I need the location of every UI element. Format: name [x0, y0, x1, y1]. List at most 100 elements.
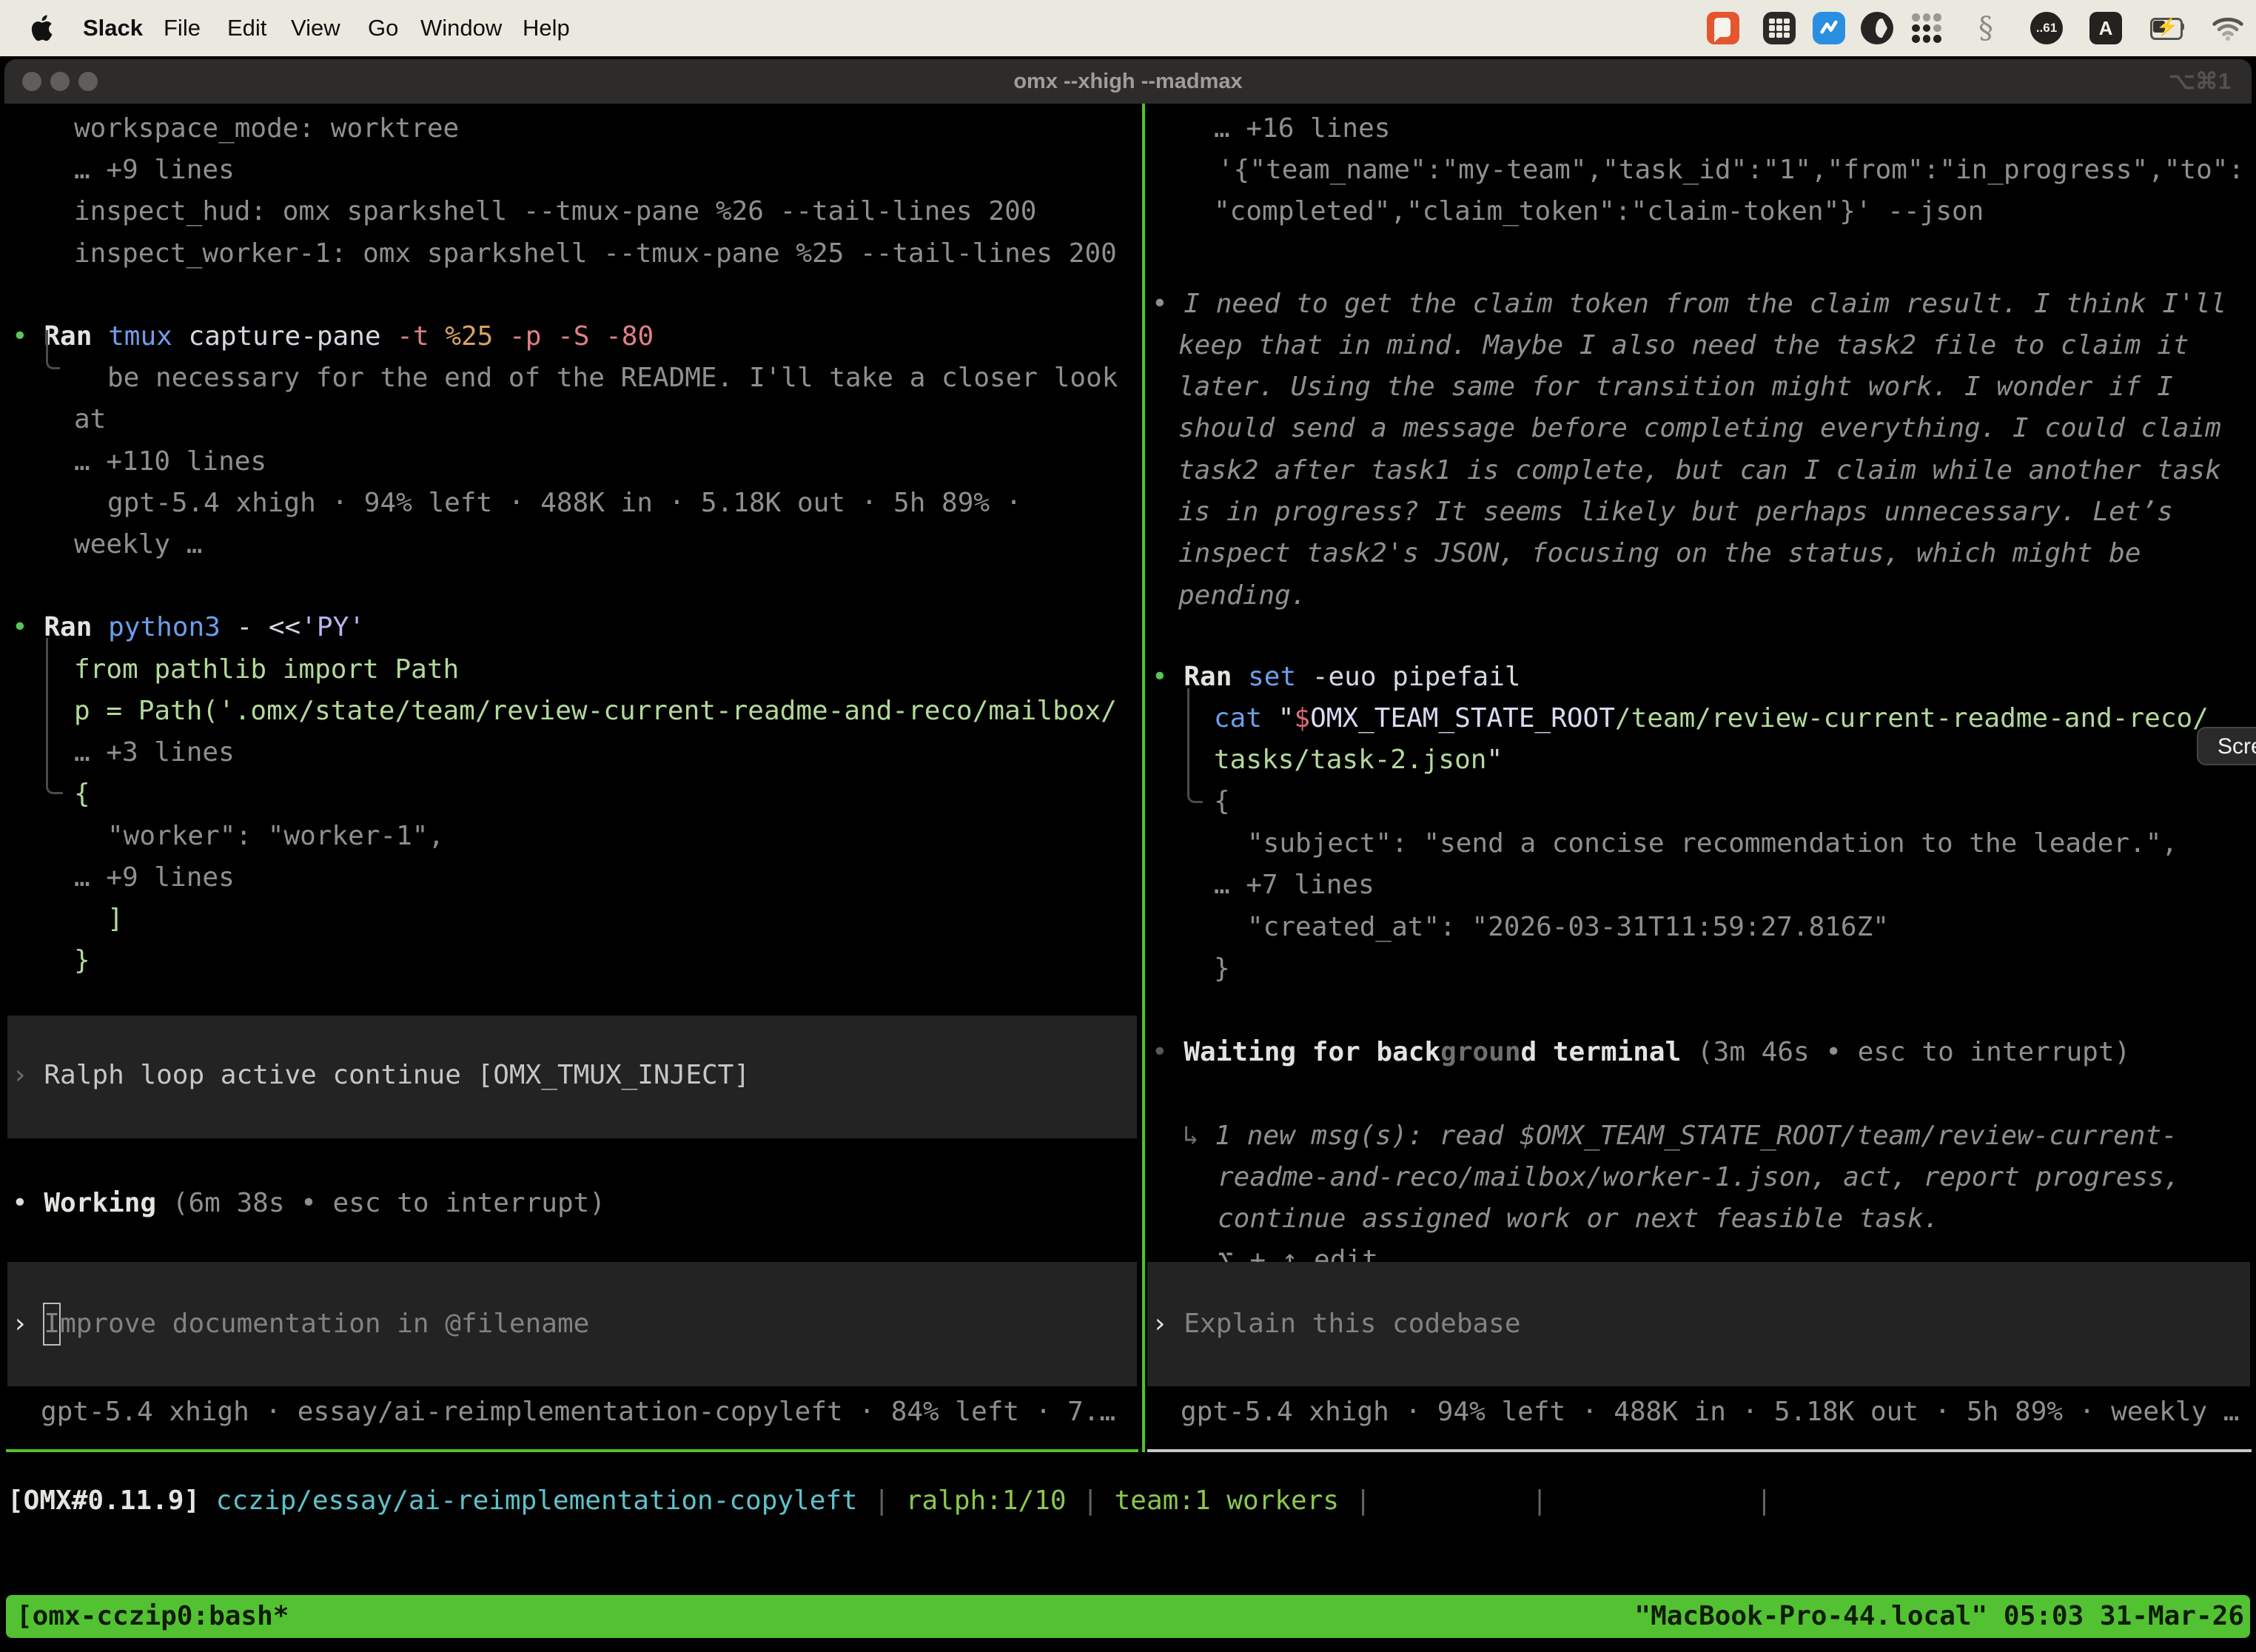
- thinking-bullet-icon: •: [1152, 289, 1168, 319]
- apple-menu-icon[interactable]: [31, 15, 53, 41]
- waiting-bullet-icon: •: [1152, 1037, 1168, 1067]
- python-output-line: ]: [107, 899, 124, 940]
- thinking-line: later. Using the same for transition mig…: [1178, 366, 2173, 408]
- python-output-line: "worker": "worker-1",: [107, 816, 444, 857]
- command-name: cat: [1214, 703, 1262, 733]
- thinking-line: should send a message before completing …: [1178, 408, 2221, 449]
- right-prompt-input[interactable]: › Explain this codebase: [1147, 1262, 2250, 1386]
- menu-item-help[interactable]: Help: [523, 0, 570, 56]
- spinner-bullet-icon: •: [12, 1188, 28, 1218]
- prompt-chevron-icon: ›: [1152, 1309, 1168, 1339]
- ran-set-command: • Ran set -euo pipefail: [1152, 657, 1521, 698]
- thinking-line: pending.: [1178, 575, 1306, 617]
- prompt-placeholder: Explain this codebase: [1184, 1309, 1520, 1339]
- output-indent-guide: [46, 638, 63, 794]
- output-indent-guide: [1187, 688, 1203, 803]
- charging-bolt-icon: ⚡: [2156, 16, 2178, 38]
- command-name: python3: [108, 612, 221, 642]
- right-log-line: … +16 lines: [1214, 108, 1390, 150]
- menu-bar: Slack File Edit View Go Window Help § ..…: [0, 0, 2256, 56]
- python-output-line: }: [74, 940, 90, 981]
- python-code-line: p = Path('.omx/state/team/review-current…: [74, 691, 1117, 732]
- thinking-line: inspect task2's JSON, focusing on the st…: [1178, 533, 2141, 574]
- chevron-icon: ›: [12, 1060, 28, 1090]
- menu-item-window[interactable]: Window: [420, 0, 502, 56]
- window-shortcut: ⌥⌘1: [2169, 59, 2231, 104]
- run-bullet-icon: •: [12, 321, 28, 352]
- ralph-banner: › Ralph loop active continue [OMX_TMUX_I…: [7, 1015, 1137, 1138]
- output-indent-guide: [46, 330, 60, 369]
- dots-grid-icon[interactable]: [1910, 12, 1943, 44]
- omx-version: [OMX#0.11.9]: [7, 1485, 200, 1516]
- omx-ralph-counter: ralph:1/10: [906, 1485, 1067, 1516]
- menu-item-edit[interactable]: Edit: [227, 0, 266, 56]
- left-pane-bottom-border: [6, 1449, 1138, 1452]
- menu-app-name[interactable]: Slack: [83, 0, 143, 56]
- thinking-line: is in progress? It seems likely but perh…: [1178, 491, 2173, 533]
- ran-tmux-command: • Ran tmux capture-pane -t %25 -p -S -80: [12, 316, 654, 357]
- return-arrow-icon: ↳: [1183, 1121, 1199, 1151]
- run-bullet-icon: •: [1152, 662, 1168, 692]
- messenger-icon[interactable]: [1813, 12, 1845, 44]
- ran-python-command: • Ran python3 - <<'PY': [12, 607, 365, 648]
- thinking-block-start: • I need to get the claim token from the…: [1152, 283, 2226, 325]
- omx-session: session:23m: [1564, 1485, 1740, 1516]
- text-cursor: I: [44, 1303, 60, 1345]
- python-output-line: … +9 lines: [74, 857, 235, 899]
- python-output-line: {: [74, 773, 90, 815]
- tmux-status-bar: [omx-cczip0:bash* "MacBook-Pro-44.local"…: [6, 1595, 2250, 1638]
- tmux-output-line: at: [74, 399, 106, 440]
- inbox-message-line: continue assigned work or next feasible …: [1218, 1198, 1939, 1240]
- left-log-line: … +9 lines: [74, 150, 235, 191]
- input-source-icon[interactable]: A: [2089, 12, 2122, 44]
- tmux-output-line: be necessary for the end of the README. …: [107, 357, 1118, 399]
- menu-item-view[interactable]: View: [291, 0, 340, 56]
- omx-team-counter: team:1 workers: [1115, 1485, 1339, 1516]
- record-window-shape: [1714, 18, 1730, 37]
- tmux-session-name[interactable]: [omx-cczip0:bash*: [16, 1595, 289, 1638]
- json-output-line: "subject": "send a concise recommendatio…: [1247, 823, 2178, 864]
- tmux-output-line: weekly …: [74, 524, 202, 565]
- tmux-output-line: … +110 lines: [74, 441, 266, 483]
- left-prompt-input[interactable]: › Improve documentation in @filename: [7, 1262, 1137, 1386]
- thinking-line: keep that in mind. Maybe I also need the…: [1178, 325, 2189, 366]
- moon-toggle-icon[interactable]: [1861, 12, 1893, 44]
- omx-workspace: cczip/essay/ai-reimplementation-copyleft: [216, 1485, 858, 1516]
- window-title: omx --xhigh --madmax: [4, 59, 2252, 104]
- screen-tooltip: Scre: [2197, 727, 2256, 765]
- squiggle-icon[interactable]: §: [1970, 12, 2002, 44]
- screen-record-icon[interactable]: [1707, 12, 1739, 44]
- cat-command-line: cat "$OMX_TEAM_STATE_ROOT/team/review-cu…: [1214, 698, 2209, 739]
- json-output-line: }: [1214, 948, 1230, 990]
- left-pane-status-line: gpt-5.4 xhigh · essay/ai-reimplementatio…: [41, 1391, 1115, 1433]
- cat-command-line2: tasks/task-2.json": [1214, 739, 1503, 781]
- json-output-line: … +7 lines: [1214, 864, 1374, 906]
- prompt-chevron-icon: ›: [12, 1309, 28, 1339]
- left-log-line: inspect_worker-1: omx sparkshell --tmux-…: [74, 233, 1117, 275]
- inbox-message: ↳ 1 new msg(s): read $OMX_TEAM_STATE_ROO…: [1183, 1115, 2178, 1157]
- wifi-icon[interactable]: [2212, 12, 2244, 44]
- pane-divider[interactable]: [1142, 104, 1145, 1452]
- record-tail-shape: [1714, 36, 1722, 42]
- omx-status-bar: [OMX#0.11.9] cczip/essay/ai-reimplementa…: [7, 1480, 1964, 1522]
- keypad-icon[interactable]: [1763, 12, 1796, 44]
- menu-item-file[interactable]: File: [164, 0, 201, 56]
- right-log-line: '{"team_name":"my-team","task_id":"1","f…: [1218, 150, 2244, 191]
- tmux-output-line: gpt-5.4 xhigh · 94% left · 488K in · 5.1…: [107, 483, 1021, 524]
- thinking-line: task2 after task1 is complete, but can I…: [1178, 450, 2221, 491]
- left-log-line: workspace_mode: worktree: [74, 108, 459, 150]
- tmux-host-clock: "MacBook-Pro-44.local" 05:03 31-Mar-26: [1634, 1595, 2244, 1638]
- prompt-placeholder: mprove documentation in @filename: [60, 1309, 589, 1339]
- menu-item-go[interactable]: Go: [368, 0, 398, 56]
- badge-61-icon[interactable]: ..61: [2030, 12, 2063, 44]
- omx-last-activity: last:3m ago: [1788, 1485, 1964, 1516]
- command-name: tmux: [108, 321, 172, 352]
- right-pane-bottom-border: [1147, 1449, 2252, 1452]
- run-bullet-icon: •: [12, 612, 28, 642]
- battery-icon[interactable]: ⚡: [2150, 12, 2183, 44]
- right-pane-status-line: gpt-5.4 xhigh · 94% left · 488K in · 5.1…: [1181, 1391, 2239, 1433]
- waiting-status: • Waiting for background terminal (3m 46…: [1152, 1032, 2130, 1073]
- json-output-line: {: [1214, 781, 1230, 822]
- python-code-line: from pathlib import Path: [74, 649, 459, 691]
- ralph-banner-text: Ralph loop active continue [OMX_TMUX_INJ…: [44, 1060, 750, 1090]
